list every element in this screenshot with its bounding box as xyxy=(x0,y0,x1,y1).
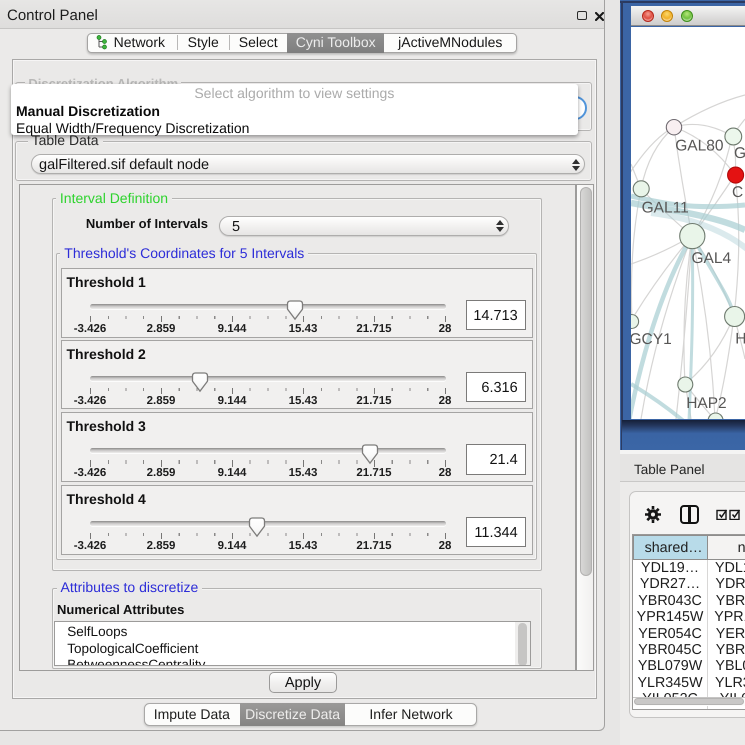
svg-text:C: C xyxy=(732,184,743,201)
svg-text:GA: GA xyxy=(734,145,745,162)
svg-text:GCY1: GCY1 xyxy=(631,332,672,349)
svg-text:H: H xyxy=(736,331,745,348)
svg-text:GAL4: GAL4 xyxy=(692,251,732,268)
svg-text:GAL80: GAL80 xyxy=(676,138,725,155)
svg-text:HAP2: HAP2 xyxy=(687,395,728,412)
svg-text:GAL11: GAL11 xyxy=(642,200,689,217)
